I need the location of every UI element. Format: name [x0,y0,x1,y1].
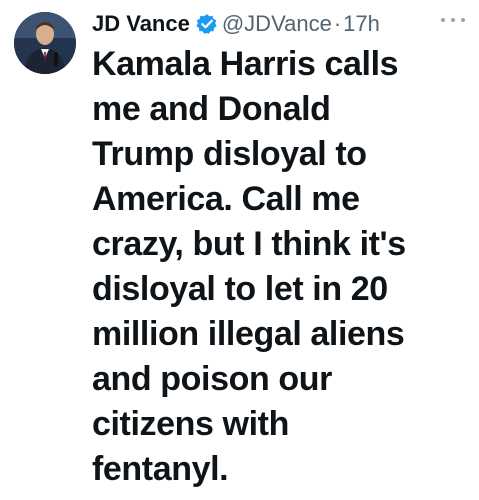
more-options-icon[interactable] [441,14,465,26]
tweet-timestamp[interactable]: 17h [343,11,380,37]
separator-dot: · [333,11,342,36]
profile-photo-icon [14,12,76,74]
author-handle[interactable]: @JDVance [222,11,332,37]
tweet-card[interactable]: JD Vance @JDVance · 17h Kamala Harris ca… [0,0,479,500]
more-dot [451,18,455,22]
author-avatar[interactable] [14,12,76,74]
verified-badge-icon [196,13,218,35]
tweet-text: Kamala Harris calls me and Donald Trump … [92,45,406,488]
more-dot [441,18,445,22]
more-dot [461,18,465,22]
tweet-header: JD Vance @JDVance · 17h [92,9,380,39]
author-name[interactable]: JD Vance [92,11,190,37]
